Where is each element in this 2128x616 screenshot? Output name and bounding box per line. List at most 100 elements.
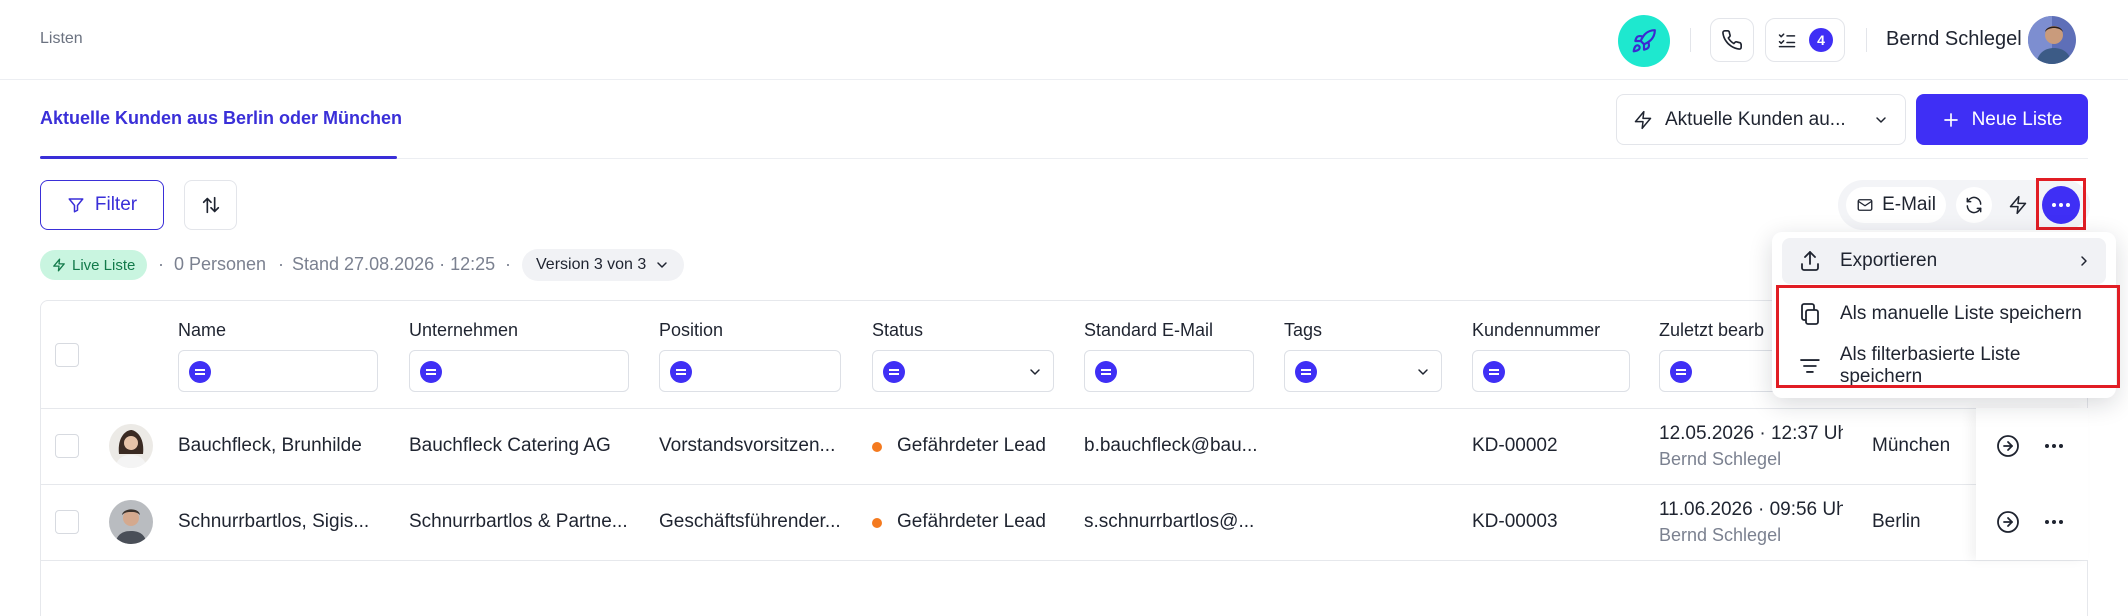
chevron-down-icon bbox=[1418, 369, 1428, 375]
live-list-label: Live Liste bbox=[72, 256, 136, 274]
top-bar: Listen 4 Bernd Schlegel bbox=[0, 0, 2128, 80]
customer-number: KD-00003 bbox=[1472, 511, 1558, 532]
column-header-status[interactable]: Status bbox=[872, 320, 923, 341]
person-count: 0 Personen bbox=[174, 254, 267, 274]
company-name: Schnurrbartlos & Partne... bbox=[409, 511, 628, 532]
last-edited-date: 11.06.2026 · 09:56 Uhr bbox=[1659, 499, 1843, 520]
list-select-value: Aktuelle Kunden au... bbox=[1665, 108, 1846, 130]
status-dot bbox=[872, 442, 882, 452]
row-divider bbox=[40, 408, 2088, 409]
divider bbox=[1866, 28, 1867, 52]
column-header-position[interactable]: Position bbox=[659, 320, 723, 341]
equals-operator-icon[interactable] bbox=[1670, 361, 1692, 383]
email-button[interactable]: E-Mail bbox=[1846, 187, 1946, 223]
breadcrumb[interactable]: Listen bbox=[40, 30, 83, 48]
last-edited-by: Bernd Schlegel bbox=[1659, 449, 1782, 469]
row-checkbox[interactable] bbox=[55, 510, 79, 534]
city: München bbox=[1872, 435, 1951, 456]
phone-icon bbox=[1722, 30, 1742, 50]
version-select[interactable]: Version 3 von 3 bbox=[522, 249, 685, 281]
filter-button[interactable]: Filter bbox=[40, 180, 164, 230]
equals-operator-icon[interactable] bbox=[189, 361, 211, 383]
column-header-company[interactable]: Unternehmen bbox=[409, 320, 518, 341]
column-header-name[interactable]: Name bbox=[178, 320, 226, 341]
highlight-save-options bbox=[1776, 285, 2120, 388]
company-name: Bauchfleck Catering AG bbox=[409, 435, 611, 456]
open-arrow-icon[interactable] bbox=[1996, 434, 2020, 458]
menu-item-export[interactable]: Exportieren bbox=[1782, 238, 2106, 284]
column-header-email[interactable]: Standard E-Mail bbox=[1084, 320, 1213, 341]
new-list-label: Neue Liste bbox=[1971, 108, 2063, 130]
tasks-button[interactable]: 4 bbox=[1765, 18, 1845, 62]
column-header-tags[interactable]: Tags bbox=[1284, 320, 1322, 341]
meta-separator: · bbox=[505, 254, 511, 274]
tasks-count-badge: 4 bbox=[1809, 28, 1833, 52]
last-edited-by: Bernd Schlegel bbox=[1659, 525, 1782, 545]
open-arrow-icon[interactable] bbox=[1996, 510, 2020, 534]
sort-button[interactable] bbox=[184, 180, 237, 230]
company-filter-input[interactable] bbox=[409, 350, 629, 392]
new-list-button[interactable]: Neue Liste bbox=[1916, 94, 2088, 145]
position: Vorstandsvorsitzen... bbox=[659, 435, 836, 456]
chevron-down-icon bbox=[657, 262, 668, 268]
user-name[interactable]: Bernd Schlegel bbox=[1886, 28, 2022, 51]
equals-operator-icon[interactable] bbox=[883, 361, 905, 383]
rocket-button[interactable] bbox=[1618, 15, 1670, 67]
status-filter-select[interactable] bbox=[872, 350, 1054, 392]
row-divider bbox=[40, 484, 2088, 485]
meta-separator: · bbox=[278, 254, 284, 274]
divider bbox=[1690, 28, 1691, 52]
status-dot bbox=[872, 518, 882, 528]
equals-operator-icon[interactable] bbox=[670, 361, 692, 383]
select-all-checkbox[interactable] bbox=[55, 343, 79, 367]
position-filter-input[interactable] bbox=[659, 350, 841, 392]
chevron-right-icon bbox=[2081, 256, 2087, 266]
position: Geschäftsführender... bbox=[659, 511, 841, 532]
column-header-customer-number[interactable]: Kundennummer bbox=[1472, 320, 1600, 341]
contact-name[interactable]: Schnurrbartlos, Sigis... bbox=[178, 511, 369, 533]
name-filter-input[interactable] bbox=[178, 350, 378, 392]
menu-item-label: Exportieren bbox=[1840, 250, 1938, 271]
last-edited-filter-input[interactable] bbox=[1659, 350, 1779, 392]
last-edited-date: 12.05.2026 · 12:37 Uhr bbox=[1659, 423, 1843, 444]
status-label: Gefährdeter Lead bbox=[897, 435, 1046, 456]
plus-icon bbox=[1943, 112, 1958, 127]
refresh-icon bbox=[1966, 196, 1982, 214]
refresh-button[interactable] bbox=[1956, 187, 1992, 223]
equals-operator-icon[interactable] bbox=[420, 361, 442, 383]
avatar bbox=[109, 424, 153, 468]
row-more-icon[interactable] bbox=[2042, 434, 2066, 458]
customer-number-filter-input[interactable] bbox=[1472, 350, 1630, 392]
equals-operator-icon[interactable] bbox=[1095, 361, 1117, 383]
rocket-icon bbox=[1632, 29, 1656, 53]
last-updated: Stand 27.08.2026 · 12:25 bbox=[292, 254, 496, 274]
tab-current-list[interactable]: Aktuelle Kunden aus Berlin oder München bbox=[40, 108, 402, 129]
live-list-badge: Live Liste bbox=[40, 250, 148, 280]
funnel-icon bbox=[68, 198, 84, 213]
email[interactable]: s.schnurrbartlos@... bbox=[1084, 511, 1254, 533]
equals-operator-icon[interactable] bbox=[1483, 361, 1505, 383]
status-label: Gefährdeter Lead bbox=[897, 511, 1046, 532]
equals-operator-icon[interactable] bbox=[1295, 361, 1317, 383]
phone-button[interactable] bbox=[1710, 18, 1754, 62]
tab-active-indicator bbox=[40, 156, 397, 159]
bolt-icon bbox=[53, 258, 65, 272]
column-header-last-edited[interactable]: Zuletzt bearb bbox=[1659, 320, 1764, 341]
meta-separator: · bbox=[158, 254, 164, 274]
bolt-icon bbox=[1634, 110, 1652, 129]
contact-name[interactable]: Bauchfleck, Brunhilde bbox=[178, 435, 362, 457]
highlight-more-button bbox=[2036, 178, 2086, 230]
list-select[interactable]: Aktuelle Kunden au... bbox=[1616, 94, 1906, 145]
chevron-down-icon bbox=[1030, 369, 1040, 375]
tags-filter-select[interactable] bbox=[1284, 350, 1442, 392]
email-filter-input[interactable] bbox=[1084, 350, 1254, 392]
row-checkbox[interactable] bbox=[55, 434, 79, 458]
row-divider bbox=[40, 560, 2088, 561]
automation-button[interactable] bbox=[2000, 187, 2036, 223]
avatar bbox=[109, 500, 153, 544]
avatar[interactable] bbox=[2028, 16, 2076, 64]
email[interactable]: b.bauchfleck@bau... bbox=[1084, 435, 1258, 457]
row-more-icon[interactable] bbox=[2042, 510, 2066, 534]
version-label: Version 3 von 3 bbox=[536, 256, 647, 273]
city: Berlin bbox=[1872, 511, 1921, 532]
